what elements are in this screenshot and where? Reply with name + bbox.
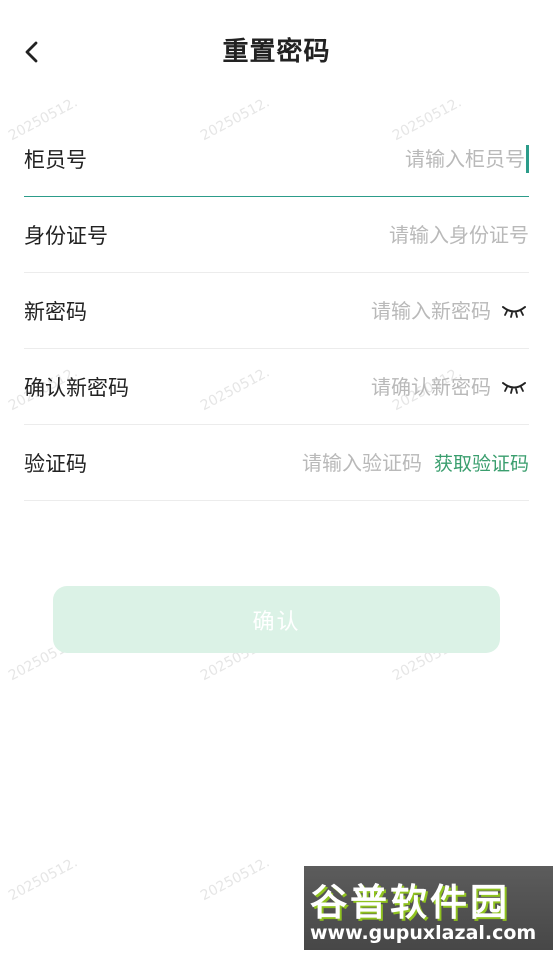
teller-no-input[interactable] (87, 138, 525, 179)
header: 重置密码 (0, 0, 553, 104)
site-logo-url: www.gupuxlazal.com (310, 922, 537, 944)
reset-password-form: 柜员号 身份证号 新密码 确认新密码 (24, 121, 529, 501)
id-card-row: 身份证号 (24, 197, 529, 273)
teller-no-row: 柜员号 (24, 121, 529, 197)
verify-code-row: 验证码 获取验证码 (24, 425, 529, 501)
toggle-confirm-password-visibility-button[interactable] (499, 372, 529, 402)
confirm-password-row: 确认新密码 (24, 349, 529, 425)
verify-code-input[interactable] (87, 442, 422, 483)
site-logo-name: 谷普软件园 (310, 881, 510, 924)
text-cursor (526, 144, 529, 173)
eye-closed-icon (502, 305, 526, 318)
toggle-password-visibility-button[interactable] (499, 296, 529, 326)
site-logo: 谷普软件园 www.gupuxlazal.com (304, 866, 553, 950)
confirm-button[interactable]: 确认 (53, 586, 500, 653)
new-password-row: 新密码 (24, 273, 529, 349)
verify-code-label: 验证码 (24, 451, 87, 476)
id-card-input[interactable] (108, 214, 529, 255)
watermark: 20250512. (6, 854, 81, 905)
get-verify-code-button[interactable]: 获取验证码 (434, 449, 529, 476)
new-password-label: 新密码 (24, 299, 87, 324)
new-password-input[interactable] (87, 290, 491, 331)
watermark: 20250512. (198, 854, 273, 905)
confirm-password-input[interactable] (129, 366, 491, 407)
confirm-password-label: 确认新密码 (24, 375, 129, 400)
eye-closed-icon (502, 381, 526, 394)
page-title: 重置密码 (222, 37, 331, 67)
teller-no-label: 柜员号 (24, 147, 87, 172)
id-card-label: 身份证号 (24, 223, 108, 248)
